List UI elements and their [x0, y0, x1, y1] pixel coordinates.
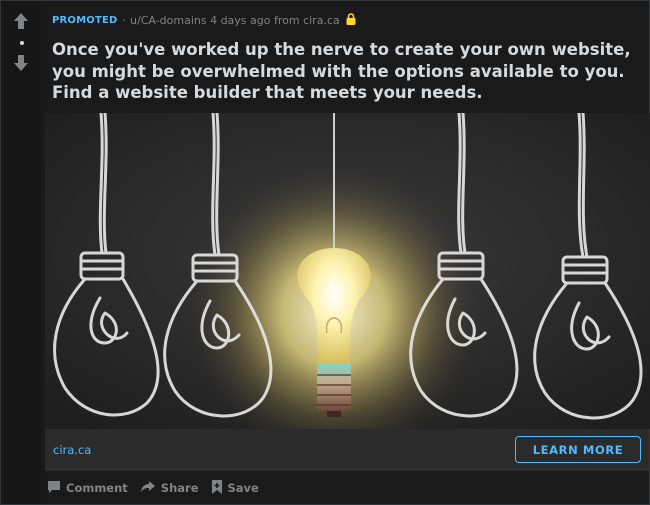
comment-label: Comment [66, 481, 128, 495]
author-line[interactable]: u/CA-domains 4 days ago from cira.ca [130, 14, 340, 27]
link-bar: cira.ca LEARN MORE [45, 429, 649, 471]
comment-icon [47, 480, 61, 497]
share-label: Share [160, 481, 199, 495]
promoted-post-card: PROMOTED · u/CA-domains 4 days ago from … [0, 0, 650, 505]
vote-score-dot [20, 41, 24, 45]
downvote-button[interactable] [14, 55, 28, 71]
post-meta: PROMOTED · u/CA-domains 4 days ago from … [52, 12, 356, 28]
upvote-button[interactable] [14, 13, 28, 29]
save-label: Save [227, 481, 259, 495]
share-button[interactable]: Share [140, 480, 199, 497]
arrow-up-icon [14, 13, 28, 29]
vote-column [1, 1, 41, 504]
comment-button[interactable]: Comment [47, 480, 128, 497]
promoted-label: PROMOTED [52, 14, 118, 26]
lock-icon [346, 12, 356, 28]
post-actions: Comment Share Save [47, 477, 271, 499]
share-icon [140, 480, 156, 497]
bookmark-icon [211, 479, 223, 497]
learn-more-button[interactable]: LEARN MORE [515, 436, 641, 463]
arrow-down-icon [14, 55, 28, 71]
domain-link[interactable]: cira.ca [53, 443, 91, 457]
meta-separator: · [122, 13, 127, 27]
post-title[interactable]: Once you've worked up the nerve to creat… [52, 39, 632, 104]
save-button[interactable]: Save [211, 479, 259, 497]
post-image[interactable] [45, 113, 650, 429]
